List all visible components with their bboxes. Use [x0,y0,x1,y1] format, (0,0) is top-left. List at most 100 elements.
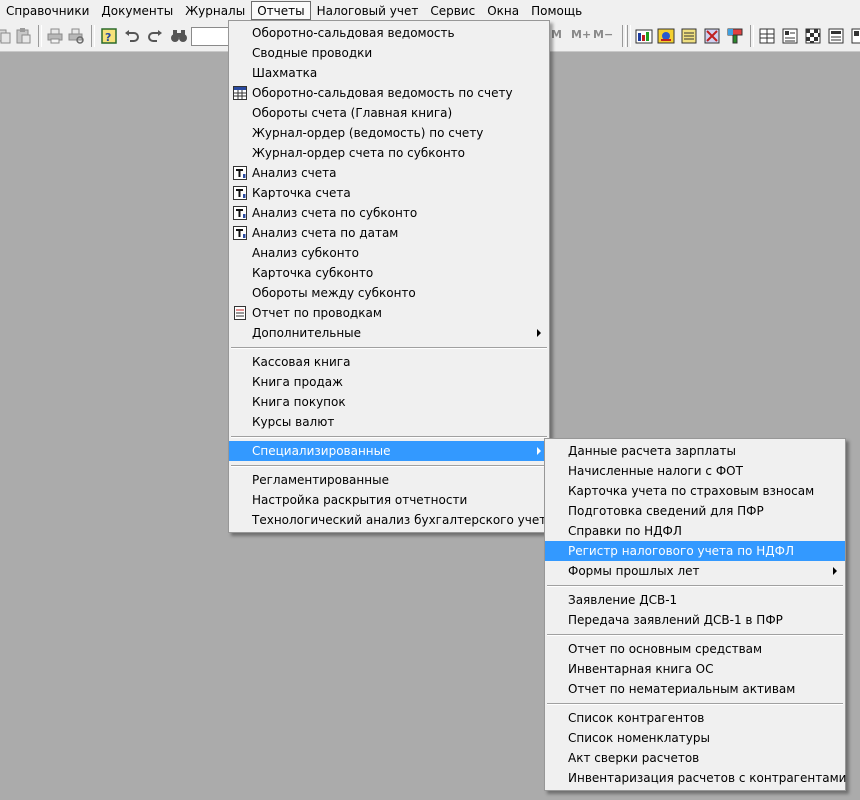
menu-item-label: Анализ субконто [252,246,359,260]
specialized-menu-item[interactable]: Инвентарная книга ОС [545,659,845,679]
report-t-icon [232,225,248,241]
specialized-menu-item[interactable]: Передача заявлений ДСВ-1 в ПФР [545,610,845,630]
tools-icon[interactable] [726,27,744,45]
menu-separator [545,699,845,708]
menu-item-label: Журнал-ордер счета по субконто [252,146,466,160]
main-menu-bar: Справочники Документы Журналы Отчеты Налогов… [0,0,860,21]
report-icon[interactable] [850,27,860,45]
reports-menu-item[interactable]: Регламентированные [229,470,549,490]
specialized-menu-item[interactable]: Справки по НДФЛ [545,521,845,541]
specialized-menu-item[interactable]: Акт сверки расчетов [545,748,845,768]
menu-item-label: Оборотно-сальдовая ведомость по счету [252,86,513,100]
find-binoculars-icon[interactable] [170,27,188,45]
menu-separator [229,432,549,441]
memory-plus-button[interactable]: M+ [571,28,591,41]
menu-separator [229,461,549,470]
reports-menu-item[interactable]: Обороты счета (Главная книга) [229,103,549,123]
specialized-menu-item[interactable]: Подготовка сведений для ПФР [545,501,845,521]
menu-item-label: Кассовая книга [252,355,351,369]
reports-menu-item[interactable]: Кассовая книга [229,352,549,372]
menu-item-label: Анализ счета по датам [252,226,399,240]
menu-item-label: Регистр налогового учета по НДФЛ [568,544,794,558]
menu-item-label: Сводные проводки [252,46,373,60]
menu-3[interactable]: Журналы [179,1,251,20]
undo-icon[interactable] [123,27,141,45]
reports-menu-item[interactable]: Специализированные [229,441,549,461]
memory-minus-button[interactable]: M− [593,28,613,41]
redo-icon[interactable] [146,27,164,45]
reports-menu-item[interactable]: Анализ счета [229,163,549,183]
reports-menu-item[interactable]: Отчет по проводкам [229,303,549,323]
report-t-icon [232,165,248,181]
paste-icon[interactable] [14,27,32,45]
menu-item-label: Обороты между субконто [252,286,416,300]
report-t-icon [232,185,248,201]
account-card-icon[interactable] [781,27,799,45]
reports-menu-item[interactable]: Обороты между субконто [229,283,549,303]
reports-menu-item[interactable]: Оборотно-сальдовая ведомость [229,23,549,43]
specialized-menu-item[interactable]: Отчет по нематериальным активам [545,679,845,699]
menu-item-label: Данные расчета зарплаты [568,444,736,458]
reports-menu-item[interactable]: Технологический анализ бухгалтерского уч… [229,510,554,530]
specialized-menu-item[interactable]: Формы прошлых лет [545,561,845,581]
reports-menu-item[interactable]: Журнал-ордер счета по субконто [229,143,549,163]
menu-item-label: Анализ счета по субконто [252,206,418,220]
reports-menu-item[interactable]: Сводные проводки [229,43,549,63]
print-preview-icon[interactable] [67,27,85,45]
menu-item-label: Инвентарная книга ОС [568,662,714,676]
reports-menu-item[interactable]: Карточка счета [229,183,549,203]
specialized-menu-item[interactable]: Карточка учета по страховым взносам [545,481,845,501]
reports-menu-item[interactable]: Шахматка [229,63,549,83]
menu-item-label: Отчет по основным средствам [568,642,763,656]
specialized-menu-item[interactable]: Инвентаризация расчетов с контрагентами [545,768,846,788]
menu-item-label: Список номенклатуры [568,731,710,745]
copy-icon[interactable] [0,27,12,45]
reports-menu-item[interactable]: Оборотно-сальдовая ведомость по счету [229,83,549,103]
memory-m-button[interactable]: M [551,28,562,41]
reports-menu-item[interactable]: Анализ счета по датам [229,223,549,243]
specialized-menu-item[interactable]: Отчет по основным средствам [545,639,845,659]
chessboard-icon[interactable] [804,27,822,45]
menu-1[interactable]: Справочники [0,1,95,20]
toolbar-separator [38,25,42,47]
menu-item-label: Акт сверки расчетов [568,751,700,765]
specialized-menu-item[interactable]: Список номенклатуры [545,728,845,748]
delete-marked-icon[interactable] [703,27,721,45]
menu-2[interactable]: Документы [95,1,179,20]
transactions-journal-icon[interactable] [680,27,698,45]
specialized-menu-item[interactable]: Заявление ДСВ-1 [545,590,845,610]
menu-item-label: Заявление ДСВ-1 [568,593,678,607]
help-book-icon[interactable]: ? [100,27,118,45]
menu-item-label: Передача заявлений ДСВ-1 в ПФР [568,613,783,627]
reports-menu-item[interactable]: Анализ субконто [229,243,549,263]
reports-menu-item[interactable]: Анализ счета по субконто [229,203,549,223]
toolbar-separator [750,25,754,47]
specialized-menu-item[interactable]: Регистр налогового учета по НДФЛ [545,541,845,561]
reports-menu-item[interactable]: Карточка субконто [229,263,549,283]
reports-menu-item[interactable]: Книга покупок [229,392,549,412]
chart-of-accounts-icon[interactable] [635,27,653,45]
specialized-menu-item[interactable]: Данные расчета зарплаты [545,441,845,461]
document-icon [232,305,248,321]
reports-menu: Оборотно-сальдовая ведомость Сводные пров… [228,20,554,533]
account-analysis-icon[interactable] [827,27,845,45]
operations-journal-icon[interactable] [657,27,675,45]
print-icon[interactable] [46,27,64,45]
menu-7[interactable]: Окна [481,1,525,20]
reports-menu-item[interactable]: Настройка раскрытия отчетности [229,490,549,510]
menu-item-label: Специализированные [252,444,391,458]
menu-6[interactable]: Сервис [424,1,481,20]
reports-menu-item[interactable]: Журнал-ордер (ведомость) по счету [229,123,549,143]
specialized-menu-item[interactable]: Начисленные налоги с ФОТ [545,461,845,481]
menu-4[interactable]: Отчеты [251,1,311,20]
specialized-menu-item[interactable]: Список контрагентов [545,708,845,728]
balance-report-icon[interactable] [758,27,776,45]
submenu-arrow-icon [833,567,837,575]
search-field[interactable] [191,27,229,46]
menu-item-label: Начисленные налоги с ФОТ [568,464,743,478]
reports-menu-item[interactable]: Курсы валют [229,412,549,432]
reports-menu-item[interactable]: Дополнительные [229,323,549,343]
reports-menu-item[interactable]: Книга продаж [229,372,549,392]
menu-8[interactable]: Помощь [525,1,588,20]
menu-5[interactable]: Налоговый учет [311,1,425,20]
